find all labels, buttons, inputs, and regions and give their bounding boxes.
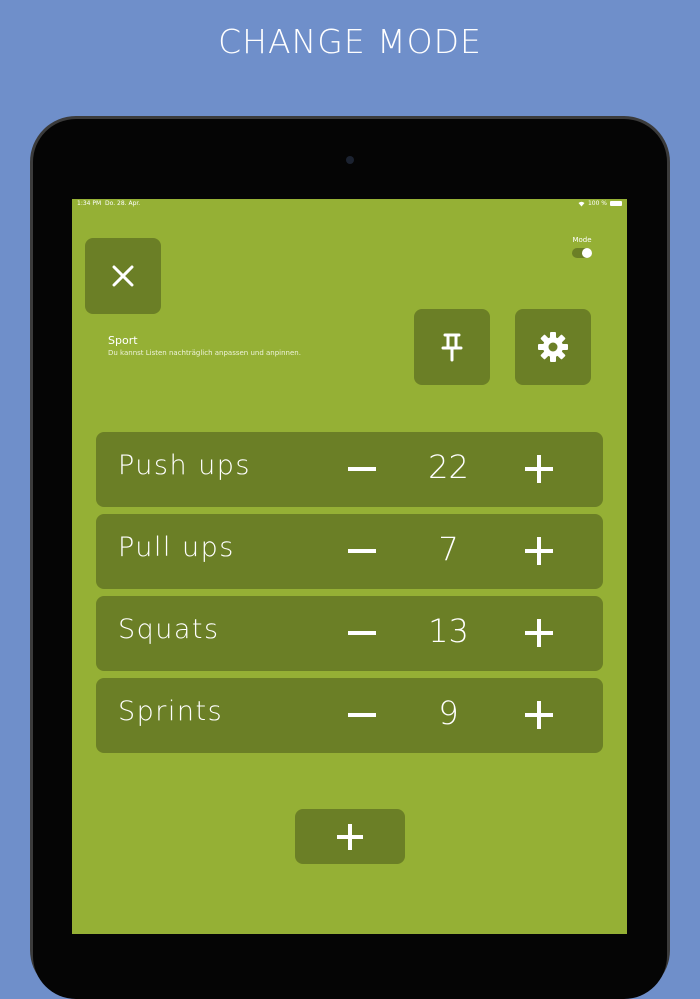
list-subtitle: Du kannst Listen nachträglich anpassen u… bbox=[108, 349, 301, 357]
counter-row: Push ups 22 bbox=[96, 432, 603, 507]
battery-icon bbox=[610, 201, 622, 206]
counter-name: Pull ups bbox=[118, 532, 235, 563]
close-icon bbox=[112, 265, 134, 287]
counter-value: 9 bbox=[438, 694, 459, 732]
minus-icon bbox=[348, 467, 376, 471]
status-time: 1:34 PM Do. 28. Apr. bbox=[77, 200, 141, 207]
counter-value: 7 bbox=[438, 530, 459, 568]
increment-button[interactable] bbox=[523, 535, 555, 567]
counter-row: Squats 13 bbox=[96, 596, 603, 671]
counter-name: Squats bbox=[118, 614, 220, 645]
counter-list: Push ups 22 Pull ups 7 Squats 13 Sprints… bbox=[96, 432, 603, 760]
decrement-button[interactable] bbox=[346, 535, 378, 567]
plus-icon bbox=[525, 619, 553, 647]
counter-value: 13 bbox=[428, 612, 469, 650]
gear-icon bbox=[538, 332, 568, 362]
counter-row: Pull ups 7 bbox=[96, 514, 603, 589]
add-counter-button[interactable] bbox=[295, 809, 405, 864]
close-button[interactable] bbox=[85, 238, 161, 314]
counter-value: 22 bbox=[428, 448, 469, 486]
settings-button[interactable] bbox=[515, 309, 591, 385]
pin-button[interactable] bbox=[414, 309, 490, 385]
decrement-button[interactable] bbox=[346, 617, 378, 649]
minus-icon bbox=[348, 549, 376, 553]
app-screen: 1:34 PM Do. 28. Apr. 100 % Mode Sport Du… bbox=[72, 199, 627, 934]
increment-button[interactable] bbox=[523, 617, 555, 649]
mode-toggle-knob bbox=[582, 248, 592, 258]
decrement-button[interactable] bbox=[346, 699, 378, 731]
mode-toggle[interactable] bbox=[572, 248, 592, 258]
plus-icon bbox=[337, 823, 363, 850]
decrement-button[interactable] bbox=[346, 453, 378, 485]
counter-name: Push ups bbox=[118, 450, 251, 481]
wifi-icon bbox=[578, 201, 585, 206]
counter-name: Sprints bbox=[118, 696, 224, 727]
minus-icon bbox=[348, 713, 376, 717]
increment-button[interactable] bbox=[523, 699, 555, 731]
counter-row: Sprints 9 bbox=[96, 678, 603, 753]
status-indicators: 100 % bbox=[578, 200, 622, 207]
mode-control: Mode bbox=[567, 236, 597, 258]
battery-percent: 100 % bbox=[587, 200, 607, 207]
status-bar: 1:34 PM Do. 28. Apr. 100 % bbox=[72, 199, 627, 209]
front-camera bbox=[346, 156, 354, 164]
mode-label: Mode bbox=[572, 236, 592, 244]
plus-icon bbox=[525, 537, 553, 565]
minus-icon bbox=[348, 631, 376, 635]
list-title: Sport bbox=[108, 334, 138, 347]
increment-button[interactable] bbox=[523, 453, 555, 485]
pin-icon bbox=[441, 333, 463, 362]
headline: CHANGE MODE bbox=[218, 22, 482, 61]
plus-icon bbox=[525, 455, 553, 483]
plus-icon bbox=[525, 701, 553, 729]
